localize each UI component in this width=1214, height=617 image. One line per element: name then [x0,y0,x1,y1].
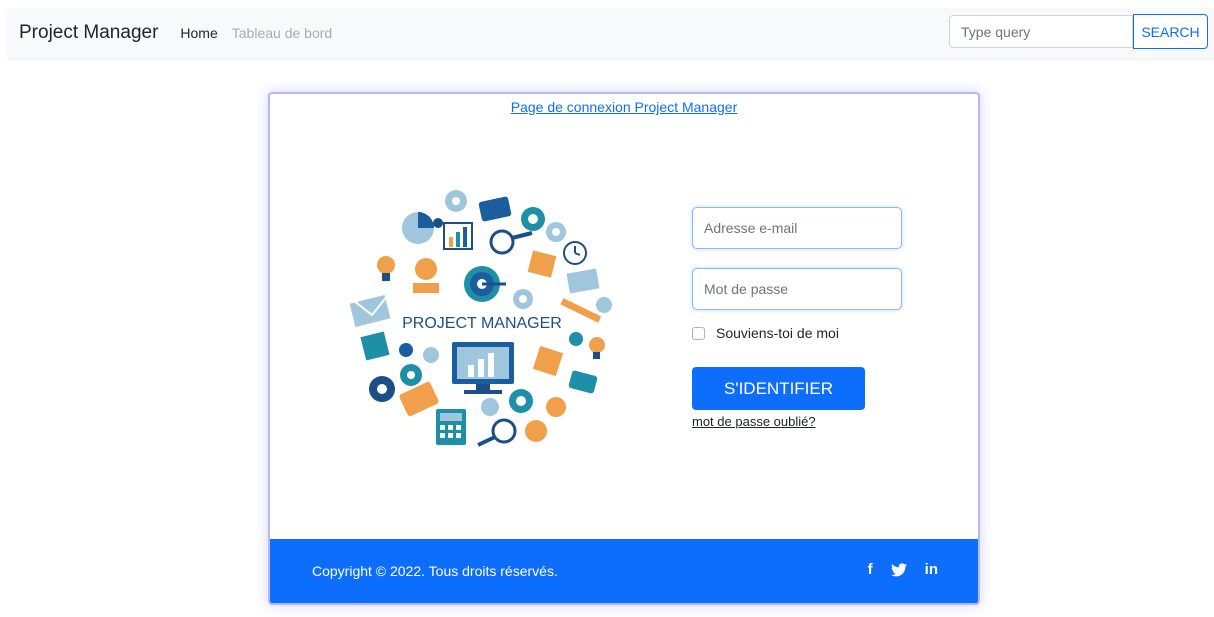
calculator-icon [436,409,466,445]
forgot-password-link[interactable]: mot de passe oublié? [692,414,902,429]
nav-link-dashboard[interactable]: Tableau de bord [232,25,332,41]
coin-icon [546,397,566,417]
gear-icon [509,389,533,413]
coin-icon [525,420,547,442]
magnifier-icon [489,229,533,255]
gear-icon [423,347,439,363]
project-manager-illustration: PROJECT MANAGER [349,190,612,447]
search-form: SEARCH [949,14,1208,49]
email-field[interactable] [692,207,902,249]
sticky-note-icon [360,331,390,361]
gear-icon [521,207,545,231]
gear-icon [400,364,422,386]
gear-icon [546,222,566,242]
clock-icon [563,241,587,265]
chat-bubble-icon [478,196,512,222]
login-page-title[interactable]: Page de connexion Project Manager [270,99,978,115]
social-links: f in [868,561,938,578]
remember-me[interactable]: Souviens-toi de moi [692,325,902,341]
pencil-icon [560,298,602,323]
linkedin-icon[interactable]: in [925,561,938,578]
gear-icon [369,376,395,402]
envelope-icon [349,294,391,327]
chat-bubble-icon [399,381,439,417]
remember-me-label: Souviens-toi de moi [716,325,839,341]
bar-chart-icon [443,222,473,250]
navbar: Project Manager Home Tableau de bord SEA… [8,8,1214,58]
facebook-icon[interactable]: f [868,561,873,578]
gear-icon [445,190,467,212]
coin-icon [413,258,439,293]
monitor-icon [452,342,514,394]
search-button[interactable]: SEARCH [1133,14,1208,49]
lightbulb-icon [589,337,605,359]
search-input[interactable] [949,15,1133,48]
nav-link-home[interactable]: Home [180,25,217,41]
illustration-caption: PROJECT MANAGER [402,315,562,332]
gear-icon [481,398,499,416]
sticky-note-icon [532,345,564,377]
login-button[interactable]: S'IDENTIFIER [692,367,865,410]
card-footer: Copyright © 2022. Tous droits réservés. … [270,539,978,603]
login-card: Page de connexion Project Manager PROJEC… [268,92,980,605]
magnifier-icon [477,418,517,447]
copyright-text: Copyright © 2022. Tous droits réservés. [312,563,558,579]
target-icon [464,266,506,302]
navbar-brand[interactable]: Project Manager [19,22,158,44]
lightbulb-icon [377,256,395,281]
gear-icon [596,297,612,313]
gear-icon [399,343,413,357]
envelope-icon [566,268,600,294]
password-field[interactable] [692,268,902,310]
sticky-note-icon [527,250,557,278]
gear-icon [569,332,583,346]
pie-chart-icon [402,212,443,244]
chat-bubble-icon [568,370,598,394]
twitter-icon[interactable] [890,562,907,577]
login-form: Souviens-toi de moi S'IDENTIFIER mot de … [692,207,902,429]
remember-me-checkbox[interactable] [692,326,705,340]
gear-icon [513,289,533,309]
